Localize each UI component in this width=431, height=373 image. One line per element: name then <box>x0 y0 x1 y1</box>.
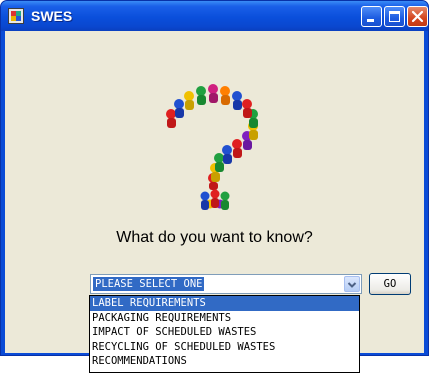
topic-select[interactable]: PLEASE SELECT ONE <box>90 274 362 294</box>
question-mark-figures <box>166 84 258 210</box>
question-prompt: What do you want to know? <box>116 229 313 246</box>
minimize-icon <box>367 19 374 22</box>
topic-dropdown-list: LABEL REQUIREMENTS PACKAGING REQUIREMENT… <box>89 295 360 373</box>
maximize-icon <box>389 11 400 22</box>
dropdown-button[interactable] <box>344 276 360 292</box>
crowd-question-mark-illustration <box>166 84 258 210</box>
minimize-button[interactable] <box>361 6 382 27</box>
chevron-down-icon <box>347 282 357 288</box>
option-recycling-of-scheduled-wastes[interactable]: RECYCLING OF SCHEDULED WASTES <box>90 340 359 355</box>
topic-select-value: PLEASE SELECT ONE <box>93 277 205 291</box>
option-impact-of-scheduled-wastes[interactable]: IMPACT OF SCHEDULED WASTES <box>90 325 359 340</box>
option-recommendations[interactable]: RECOMMENDATIONS <box>90 354 359 369</box>
window-title: SWES <box>31 8 73 24</box>
app-icon[interactable] <box>8 8 24 24</box>
option-label-requirements[interactable]: LABEL REQUIREMENTS <box>90 296 359 311</box>
title-bar[interactable]: SWES <box>1 1 428 31</box>
maximize-button[interactable] <box>384 6 405 27</box>
go-button[interactable]: GO <box>369 273 411 295</box>
close-icon <box>411 10 424 23</box>
close-button[interactable] <box>407 6 428 27</box>
option-packaging-requirements[interactable]: PACKAGING REQUIREMENTS <box>90 311 359 326</box>
